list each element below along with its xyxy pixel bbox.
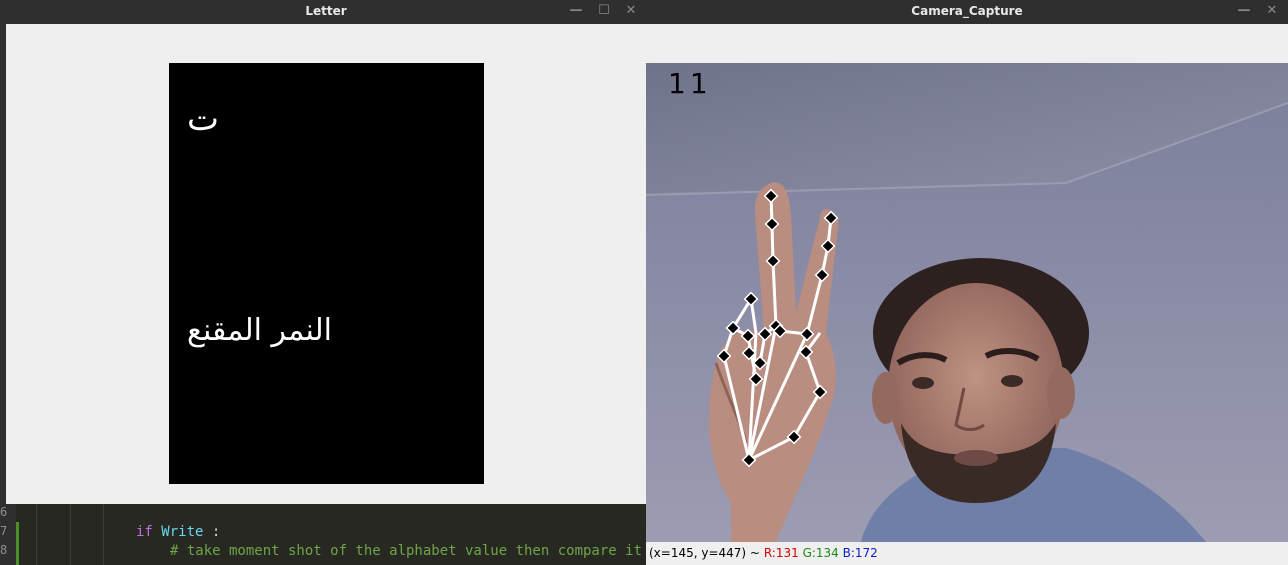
window-title: Camera_Capture [911,4,1023,18]
camera-feed[interactable]: 11 [646,63,1288,542]
cursor-coords: (x=145, y=447) ~ [649,546,760,560]
landmark [799,326,815,342]
letter-titlebar[interactable]: Letter — ☐ ✕ [6,0,646,24]
indent-guide [103,500,104,565]
landmark [740,328,756,344]
green-value: G:134 [802,546,839,560]
modified-line-marker [16,522,19,565]
landmark-index-tip [763,188,779,204]
variable: Write [161,524,204,540]
line-number: 7 [0,524,8,538]
indent-guide [70,500,71,565]
hand-landmark-overlay [716,188,839,468]
hand-landmarks [716,188,839,468]
camera-window: Camera_Capture — ✕ 11 (x=145, y=447) ~ R… [646,0,1288,565]
blue-value: B:172 [842,546,878,560]
comment: # take moment shot of the alphabet value… [170,543,643,559]
camera-titlebar[interactable]: Camera_Capture — ✕ [646,0,1288,24]
close-button[interactable]: ✕ [1264,3,1280,19]
landmark [820,238,836,254]
keyword: if [136,524,153,540]
close-button[interactable]: ✕ [623,3,639,19]
landmark-middle-tip [823,210,839,226]
landmark [748,371,764,387]
line-number: 8 [0,543,8,557]
landmark-wrist [741,452,757,468]
window-title: Letter [305,4,347,18]
indent-guide [36,500,37,565]
landmark [765,253,781,269]
letter-panel: ت النمر المقنع [169,63,484,484]
pixel-info-statusbar: (x=145, y=447) ~ R:131 G:134 B:172 [646,542,1288,565]
letter-window: Letter — ☐ ✕ ت النمر المقنع [6,0,646,504]
minimize-button[interactable]: — [1236,3,1252,19]
landmark [812,384,828,400]
code-line[interactable]: # take moment shot of the alphabet value… [170,543,642,559]
code-line[interactable]: if Write : [136,524,220,540]
landmark [716,348,732,364]
red-value: R:131 [763,546,799,560]
minimize-button[interactable]: — [568,3,584,19]
line-number: 6 [0,505,8,519]
arabic-letter: ت [187,99,220,139]
landmark [786,429,802,445]
maximize-button[interactable]: ☐ [596,3,612,19]
colon: : [203,524,221,540]
letter-word: النمر المقنع [187,313,332,348]
landmark [814,267,830,283]
gesture-counter: 11 [668,67,712,100]
landmark [764,216,780,232]
